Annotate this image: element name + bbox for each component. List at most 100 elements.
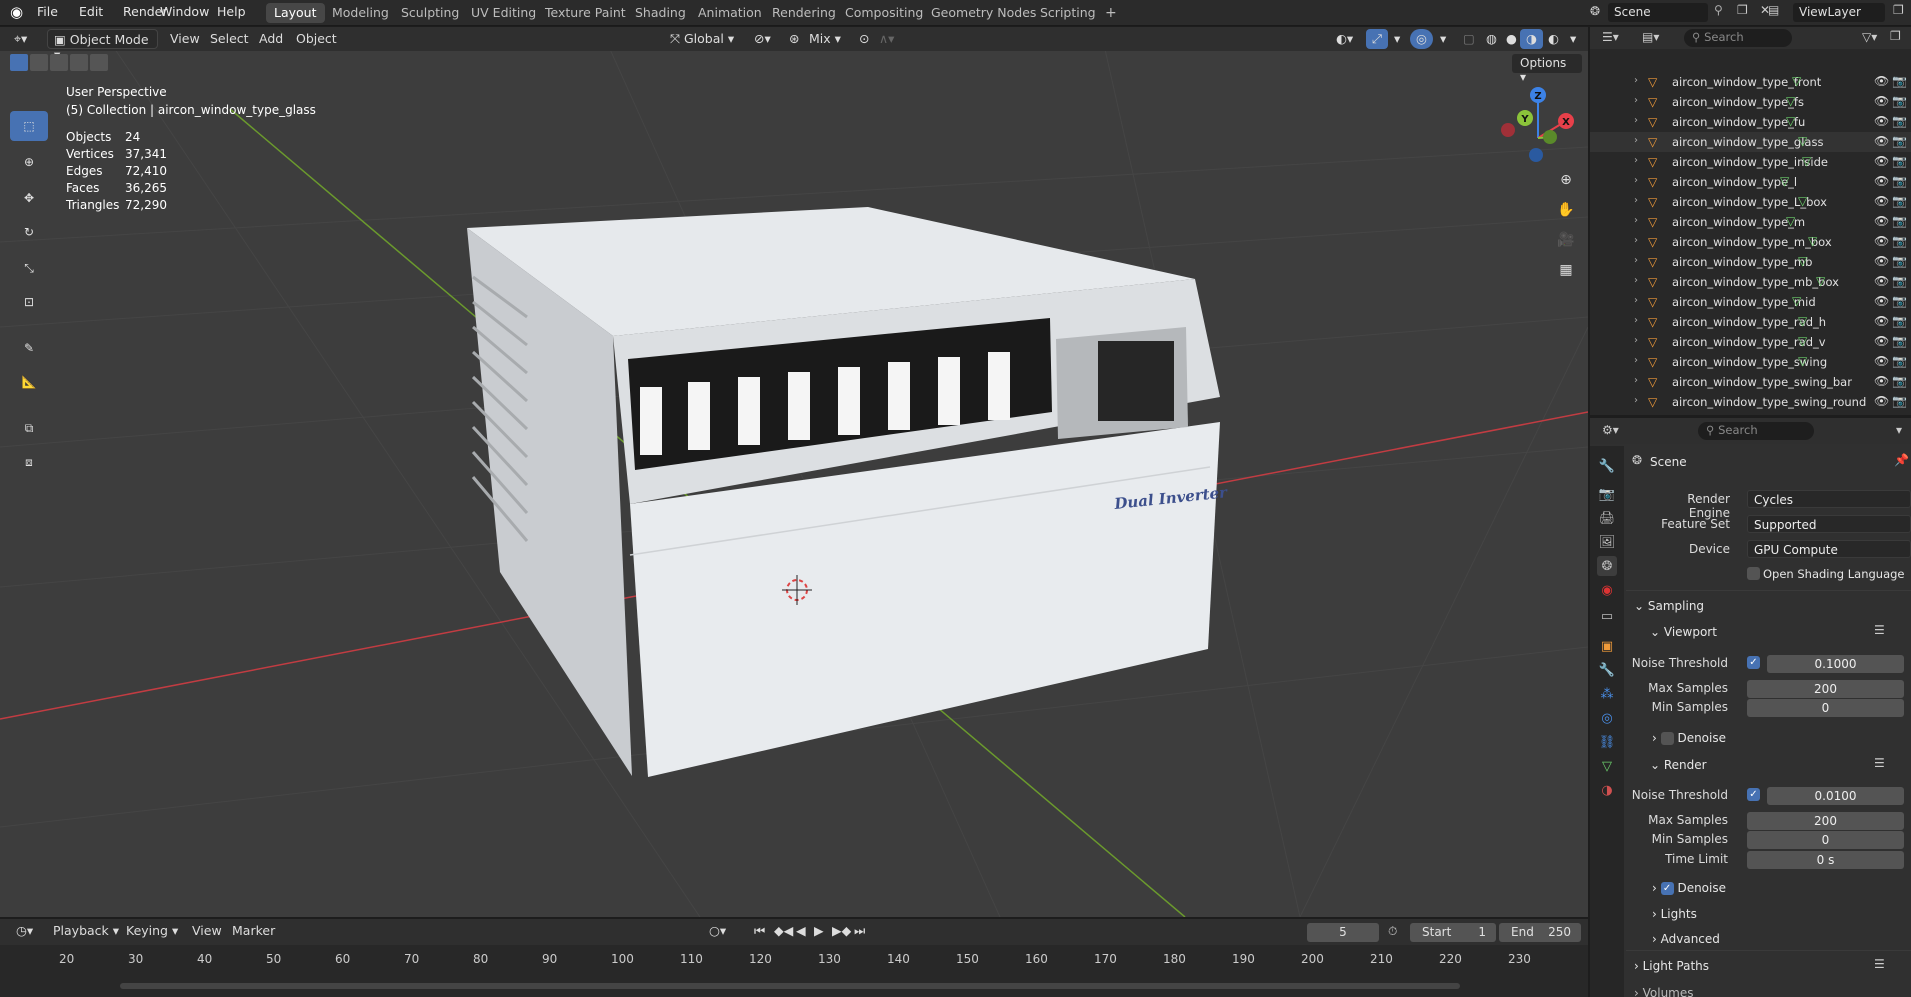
expand-chevron-icon[interactable]: › [1634, 215, 1638, 226]
move-tool[interactable]: ✥ [10, 183, 48, 213]
outliner-item[interactable]: › ▽ aircon_window_type_inside ▽ 👁 📷 [1590, 152, 1911, 172]
r-denoise-subpanel[interactable]: › ✓ Denoise [1652, 881, 1726, 895]
menu-edit[interactable]: Edit [79, 4, 103, 19]
eye-icon[interactable]: 👁 [1874, 74, 1889, 88]
eye-icon[interactable]: 👁 [1874, 254, 1889, 268]
r-noise-threshold-field[interactable]: 0.0100 [1767, 787, 1904, 805]
blender-logo-icon[interactable]: ◉ [10, 3, 23, 21]
snap-mode[interactable]: Mix ▾ [803, 29, 847, 49]
overlay-toggle-icon[interactable]: ◎ [1410, 29, 1433, 49]
scene-selector[interactable]: Scene [1608, 3, 1708, 22]
tab-layout[interactable]: Layout [266, 3, 325, 23]
expand-chevron-icon[interactable]: › [1634, 95, 1638, 106]
extra-tool[interactable]: ⧈ [10, 447, 48, 477]
expand-chevron-icon[interactable]: › [1634, 395, 1638, 406]
vp-max-samples-field[interactable]: 200 [1747, 680, 1904, 698]
viewport-subpanel-header[interactable]: ⌄ Viewport [1650, 625, 1717, 639]
physics-tab-icon[interactable]: ◎ [1597, 708, 1617, 728]
eye-icon[interactable]: 👁 [1874, 194, 1889, 208]
start-frame-field[interactable]: Start 1 [1410, 923, 1496, 942]
tab-shading[interactable]: Shading [627, 3, 694, 23]
scene-icon[interactable]: ❂ [1590, 4, 1600, 18]
timeline-editor-icon[interactable]: ◷▾ [10, 921, 39, 941]
perspective-toggle-icon[interactable]: ▦ [1553, 257, 1579, 283]
outliner-item[interactable]: › ▽ aircon_window_type_mb ▽ 👁 📷 [1590, 252, 1911, 272]
eye-icon[interactable]: 👁 [1874, 414, 1889, 415]
r-noise-threshold-checkbox[interactable]: ✓ [1747, 788, 1760, 801]
display-mode-icon[interactable]: ▤▾ [1642, 30, 1659, 44]
view-layer-icon[interactable]: ▤ [1768, 3, 1779, 17]
expand-chevron-icon[interactable]: › [1634, 275, 1638, 286]
eye-icon[interactable]: 👁 [1874, 314, 1889, 328]
properties-dropdown-icon[interactable]: ▾ [1896, 423, 1902, 437]
menu-help[interactable]: Help [217, 4, 246, 19]
camera-icon[interactable]: 📷 [1892, 194, 1907, 208]
camera-icon[interactable]: 📷 [1892, 214, 1907, 228]
tab-texture-paint[interactable]: Texture Paint [537, 3, 634, 23]
expand-chevron-icon[interactable]: › [1634, 255, 1638, 266]
gizmo-toggle-icon[interactable]: ⤢ [1366, 29, 1389, 49]
shading-dropdown-icon[interactable]: ▾ [1564, 29, 1582, 49]
eye-icon[interactable]: 👁 [1874, 94, 1889, 108]
tab-sculpting[interactable]: Sculpting [393, 3, 467, 23]
scene-tab-icon[interactable]: ❂ [1597, 556, 1617, 576]
menu-select[interactable]: Select [204, 29, 255, 49]
navigation-gizmo[interactable]: Z X Y [1501, 87, 1574, 162]
osl-checkbox[interactable] [1747, 567, 1760, 580]
zoom-icon[interactable]: ⊕ [1553, 167, 1579, 193]
eye-icon[interactable]: 👁 [1874, 394, 1889, 408]
expand-chevron-icon[interactable]: › [1634, 135, 1638, 146]
eye-icon[interactable]: 👁 [1874, 274, 1889, 288]
r-time-limit-field[interactable]: 0 s [1747, 851, 1904, 869]
eye-icon[interactable]: 👁 [1874, 214, 1889, 228]
expand-chevron-icon[interactable]: › [1634, 175, 1638, 186]
pan-hand-icon[interactable]: ✋ [1553, 197, 1579, 223]
expand-chevron-icon[interactable]: › [1634, 355, 1638, 366]
light-paths-panel[interactable]: › Light Paths [1634, 959, 1709, 973]
gizmo-dropdown-icon[interactable]: ▾ [1388, 29, 1406, 49]
menu-file[interactable]: File [37, 4, 58, 19]
outliner-item[interactable]: › ▽ aircon_window_type_m ▽ 👁 📷 [1590, 212, 1911, 232]
annotate-tool[interactable]: ✎ [10, 333, 48, 363]
expand-chevron-icon[interactable]: › [1634, 335, 1638, 346]
camera-icon[interactable]: 📷 [1892, 154, 1907, 168]
eye-icon[interactable]: 👁 [1874, 234, 1889, 248]
eye-icon[interactable]: 👁 [1874, 334, 1889, 348]
feature-set-dropdown[interactable]: Supported [1747, 515, 1911, 533]
particles-tab-icon[interactable]: ⁂ [1597, 684, 1617, 704]
timeline-scrollbar[interactable] [120, 983, 1460, 989]
preset-list-icon[interactable]: ☰ [1874, 623, 1885, 637]
camera-icon[interactable]: 📷 [1892, 274, 1907, 288]
add-cube-tool[interactable]: ⧉ [10, 413, 48, 443]
view-layer-selector[interactable]: ViewLayer [1793, 3, 1885, 22]
menu-view[interactable]: View [186, 921, 228, 941]
transform-tool[interactable]: ⊡ [10, 287, 48, 317]
outliner-item[interactable]: ›▽aircon_window_type_swing_side👁📷 [1590, 412, 1911, 415]
aircon-model[interactable] [467, 207, 1220, 777]
menu-marker[interactable]: Marker [226, 921, 281, 941]
tab-animation[interactable]: Animation [690, 3, 770, 23]
eye-icon[interactable]: 👁 [1874, 114, 1889, 128]
falloff-icon[interactable]: ∧▾ [873, 29, 900, 49]
cursor-tool[interactable]: ⊕ [10, 147, 48, 177]
add-workspace-button[interactable]: + [1097, 3, 1125, 23]
expand-chevron-icon[interactable]: › [1634, 115, 1638, 126]
outliner-item[interactable]: › ▽ aircon_window_type_fs ▽ 👁 📷 [1590, 92, 1911, 112]
volumes-panel[interactable]: › Volumes [1634, 986, 1694, 997]
preset-list-icon[interactable]: ☰ [1874, 957, 1885, 971]
collection-tab-icon[interactable]: ▭ [1597, 606, 1617, 626]
camera-icon[interactable]: 📷 [1892, 234, 1907, 248]
r-max-samples-field[interactable]: 200 [1747, 812, 1904, 830]
3d-viewport[interactable]: Dual Inverter Z X Y ⌖▾ ▣ Object Mode ▾ V… [0, 27, 1588, 917]
vp-noise-threshold-field[interactable]: 0.1000 [1767, 655, 1904, 673]
tab-compositing[interactable]: Compositing [837, 3, 931, 23]
outliner-item[interactable]: › ▽ aircon_window_type_rad_h ▽ 👁 📷 [1590, 312, 1911, 332]
camera-icon[interactable]: 📷 [1892, 294, 1907, 308]
outliner-item[interactable]: › ▽ aircon_window_type_mid ▽ 👁 📷 [1590, 292, 1911, 312]
lights-subpanel[interactable]: › Lights [1652, 907, 1697, 921]
expand-chevron-icon[interactable]: › [1634, 315, 1638, 326]
new-scene-icon[interactable]: ❐ [1737, 3, 1748, 17]
gizmo-neg-z[interactable] [1529, 148, 1543, 162]
view-layer-tab-icon[interactable]: 🖼 [1597, 532, 1617, 552]
tab-scripting[interactable]: Scripting [1032, 3, 1104, 23]
